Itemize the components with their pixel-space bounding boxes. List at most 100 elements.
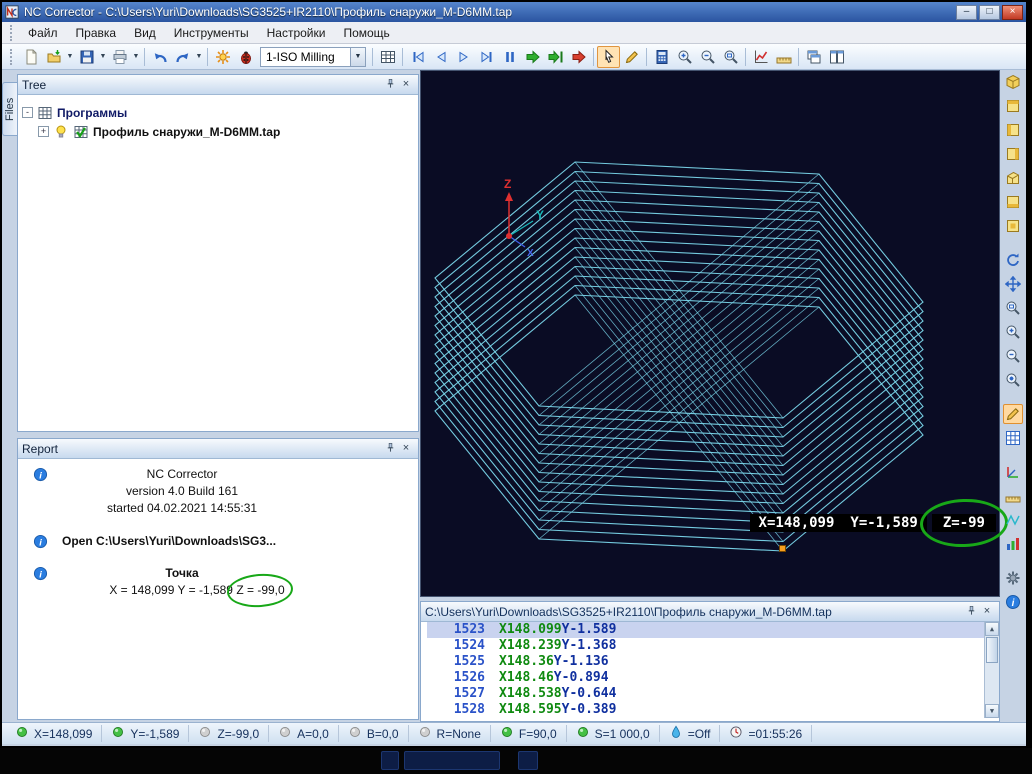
menu-settings[interactable]: Настройки — [258, 23, 335, 43]
close-icon[interactable]: × — [398, 78, 414, 92]
preset-dropdown-value: 1-ISO Milling — [266, 50, 335, 64]
close-icon[interactable]: × — [979, 605, 995, 619]
axes-icon[interactable] — [1003, 462, 1023, 482]
menu-file[interactable]: Файл — [19, 23, 67, 43]
select-cursor-icon[interactable] — [597, 46, 620, 68]
view-3d-icon[interactable] — [1003, 72, 1023, 92]
taskbar-item[interactable] — [518, 751, 538, 770]
view-iso-icon[interactable] — [1003, 168, 1023, 188]
info-icon[interactable]: i — [1003, 592, 1023, 612]
expand-toggle-icon[interactable]: + — [38, 126, 49, 137]
measure-icon[interactable] — [1003, 486, 1023, 506]
scroll-down-icon[interactable]: ▼ — [985, 704, 999, 718]
print-icon[interactable] — [108, 46, 131, 68]
zoom-window-icon[interactable] — [1003, 298, 1023, 318]
zoom-window-icon[interactable] — [719, 46, 742, 68]
viewport-3d[interactable]: ZYX X=148,099 Y=-1,589 Z=-99 — [420, 70, 1000, 597]
settings-icon[interactable] — [1003, 568, 1023, 588]
debug-icon[interactable] — [234, 46, 257, 68]
table-icon[interactable] — [376, 46, 399, 68]
go-start-icon[interactable] — [406, 46, 429, 68]
code-line[interactable]: 1525X148.36Y-1.136 — [427, 654, 999, 670]
files-tab[interactable]: Files — [2, 82, 17, 136]
code-line[interactable]: 1524X148.239Y-1.368 — [427, 638, 999, 654]
preset-dropdown[interactable]: 1-ISO Milling ▼ — [260, 47, 366, 67]
dropdown-caret-icon[interactable]: ▼ — [194, 46, 204, 68]
maximize-button[interactable]: □ — [979, 5, 1000, 20]
redo-icon[interactable] — [171, 46, 194, 68]
scroll-thumb[interactable] — [986, 637, 998, 663]
menu-view[interactable]: Вид — [125, 23, 165, 43]
menu-help[interactable]: Помощь — [334, 23, 398, 43]
pin-icon[interactable] — [382, 442, 398, 456]
report-panel: Report × i NC Corrector version 4.0 Buil… — [17, 438, 419, 720]
status-ball-icon — [111, 725, 125, 742]
status-ball-icon — [15, 725, 29, 742]
pin-icon[interactable] — [382, 78, 398, 92]
menu-tools[interactable]: Инструменты — [165, 23, 258, 43]
backplot-icon[interactable] — [1003, 510, 1023, 530]
stats-icon[interactable] — [1003, 534, 1023, 554]
undo-icon[interactable] — [148, 46, 171, 68]
view-side-icon[interactable] — [1003, 144, 1023, 164]
taskbar-item[interactable] — [404, 751, 500, 770]
code-scrollbar[interactable]: ▲ ▼ — [984, 622, 999, 718]
stop-icon[interactable] — [567, 46, 590, 68]
tree-item-file[interactable]: + Профиль снаружи_M-D6MM.tap — [22, 122, 414, 141]
taskbar-item[interactable] — [381, 751, 399, 770]
edit-pencil-icon[interactable] — [620, 46, 643, 68]
chart-icon[interactable] — [749, 46, 772, 68]
code-line[interactable]: 1528X148.595Y-0.389 — [427, 702, 999, 718]
save-file-icon[interactable] — [75, 46, 98, 68]
tree-item-programs[interactable]: - Программы — [22, 103, 414, 122]
zoom-fit-icon[interactable] — [1003, 370, 1023, 390]
grid-icon[interactable] — [1003, 428, 1023, 448]
gcode-y-word: Y-0.894 — [554, 670, 609, 686]
code-line[interactable]: 1527X148.538Y-0.644 — [427, 686, 999, 702]
close-icon[interactable]: × — [398, 442, 414, 456]
view-bottom-icon[interactable] — [1003, 216, 1023, 236]
scroll-up-icon[interactable]: ▲ — [985, 622, 999, 636]
calculator-icon[interactable] — [650, 46, 673, 68]
minimize-button[interactable]: – — [956, 5, 977, 20]
status-time-value: =01:55:26 — [748, 727, 802, 741]
line-number: 1524 — [427, 638, 493, 654]
options-icon[interactable] — [211, 46, 234, 68]
gcode-x-word: X148.538 — [499, 686, 562, 702]
window-tile-icon[interactable] — [825, 46, 848, 68]
pause-icon[interactable] — [498, 46, 521, 68]
go-end-icon[interactable] — [475, 46, 498, 68]
code-line[interactable]: 1523X148.099Y-1.589 — [427, 622, 999, 638]
step-back-icon[interactable] — [429, 46, 452, 68]
collapse-toggle-icon[interactable]: - — [22, 107, 33, 118]
pan-view-icon[interactable] — [1003, 274, 1023, 294]
dropdown-caret-icon[interactable]: ▼ — [98, 46, 108, 68]
run-to-cursor-icon[interactable] — [544, 46, 567, 68]
menu-edit[interactable]: Правка — [67, 23, 126, 43]
view-back-icon[interactable] — [1003, 192, 1023, 212]
chevron-down-icon[interactable]: ▼ — [350, 48, 365, 66]
zoom-in-icon[interactable] — [673, 46, 696, 68]
dropdown-caret-icon[interactable]: ▼ — [65, 46, 75, 68]
step-forward-icon[interactable] — [452, 46, 475, 68]
zoom-in-icon[interactable] — [1003, 322, 1023, 342]
simulate-icon[interactable] — [1003, 404, 1023, 424]
close-button[interactable]: × — [1002, 5, 1023, 20]
toolbar-separator — [745, 48, 746, 66]
zoom-out-icon[interactable] — [696, 46, 719, 68]
pin-icon[interactable] — [963, 605, 979, 619]
view-top-icon[interactable] — [1003, 96, 1023, 116]
measure-icon[interactable] — [772, 46, 795, 68]
tree-file-label: Профиль снаружи_M-D6MM.tap — [93, 125, 280, 139]
dropdown-caret-icon[interactable]: ▼ — [131, 46, 141, 68]
zoom-out-icon[interactable] — [1003, 346, 1023, 366]
new-file-icon[interactable] — [19, 46, 42, 68]
open-file-icon[interactable] — [42, 46, 65, 68]
code-line[interactable]: 1526X148.46Y-0.894 — [427, 670, 999, 686]
run-icon[interactable] — [521, 46, 544, 68]
window-cascade-icon[interactable] — [802, 46, 825, 68]
view-front-icon[interactable] — [1003, 120, 1023, 140]
toolbar-separator — [372, 48, 373, 66]
rotate-view-icon[interactable] — [1003, 250, 1023, 270]
gcode-y-word: Y-1.368 — [562, 638, 617, 654]
